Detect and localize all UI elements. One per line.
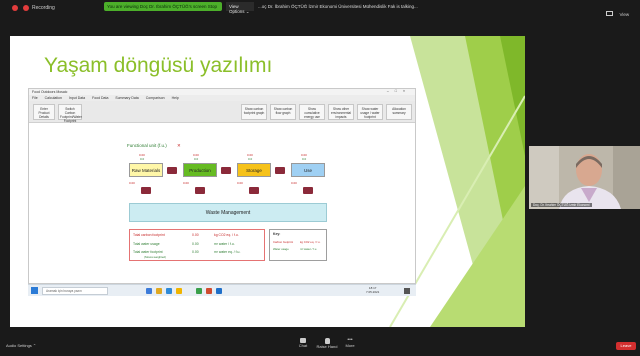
more-button[interactable]: ••• More	[342, 338, 358, 349]
enter-product-details-button[interactable]: Enter Product Details	[33, 104, 55, 120]
key-panel: Key: Carbon footprint kg CO2 eq. / f.u. …	[269, 229, 327, 261]
key-heading: Key:	[273, 232, 281, 236]
waste-management-box[interactable]: Waste Management	[129, 203, 327, 222]
waste-transport-truck-icon	[303, 187, 313, 194]
total-carbon-label: Total carbon footprint	[133, 233, 165, 237]
total-water-usage-label: Total water usage	[133, 242, 160, 246]
powerpoint-icon[interactable]	[206, 288, 212, 294]
environmental-impacts-button[interactable]: Show other environmental impacts	[328, 104, 354, 120]
stage-value: 0.0	[248, 157, 253, 161]
participant-video	[529, 146, 640, 209]
leave-button[interactable]: Leave	[616, 342, 636, 350]
stress-weighted-note: (Stress-weighted)	[144, 255, 166, 259]
transport-truck-icon	[221, 167, 231, 174]
taskbar-clock[interactable]: 18:17 7.05.2021	[366, 286, 379, 294]
windows-start-icon[interactable]	[31, 287, 38, 294]
os-taskbar: Aramak için buraya yazın 18:17 7.05.2021	[28, 284, 416, 296]
stage-value: 0.0	[302, 157, 307, 161]
water-footprint-button[interactable]: Show water usage / water footprint	[357, 104, 383, 120]
stage-use[interactable]: Use	[291, 163, 325, 177]
menu-food-data[interactable]: Food Data	[92, 96, 108, 100]
transport-value: 0.00	[237, 181, 243, 185]
taskbar-search-input[interactable]: Aramak için buraya yazın	[42, 287, 108, 295]
chat-label: Chat	[298, 343, 308, 348]
window-dot-icon	[12, 5, 18, 11]
totals-panel: Total carbon footprint 0.00 kg CO2 eq. /…	[129, 229, 265, 261]
waste-transport-truck-icon	[141, 187, 151, 194]
more-label: More	[345, 343, 355, 348]
app-icon[interactable]	[216, 288, 222, 294]
carbon-flow-graph-button[interactable]: Show carbon flow graph	[270, 104, 296, 120]
view-options-button[interactable]: View Options ⌄	[226, 2, 254, 14]
stage-value: 0.0	[194, 157, 199, 161]
cumulative-energy-button[interactable]: Show cumulative energy use	[299, 104, 325, 120]
transport-truck-icon	[275, 167, 285, 174]
screen-share-banner[interactable]: You are viewing Doç Dr. Ibrahim ÖÇTÜĞ’s …	[104, 2, 222, 11]
stage-storage[interactable]: Storage	[237, 163, 271, 177]
key-water-unit: m³ water / f.u.	[300, 247, 318, 251]
slide-title: Yaşam döngüsü yazılımı	[44, 54, 273, 77]
audio-settings-button[interactable]: Audio Settings ⌃	[6, 343, 36, 348]
switch-footprint-button[interactable]: Switch Carbon Footprint/Water Footprint	[58, 104, 82, 123]
total-water-usage-unit: m³ water / f.u.	[214, 242, 235, 246]
key-water: Water usage	[273, 247, 289, 251]
key-carbon: Carbon footprint	[273, 240, 294, 244]
app-toolbar: Enter Product Details Switch Carbon Foot…	[29, 101, 415, 123]
menu-file[interactable]: File	[32, 96, 38, 100]
meeting-top-bar: Recording You are viewing Doç Dr. Ibrahi…	[0, 0, 640, 17]
recording-label: Recording	[32, 5, 55, 11]
total-water-footprint-unit: m³ water eq. / f.u.	[214, 250, 241, 254]
app-title: Food Outdoors Mosaic	[32, 90, 68, 94]
functional-unit-marker: ✕	[177, 143, 181, 148]
notification-icon[interactable]	[404, 288, 410, 294]
allocation-summary-button[interactable]: Allocation summary	[386, 104, 412, 120]
waste-transport-truck-icon	[249, 187, 259, 194]
chrome-icon[interactable]	[196, 288, 202, 294]
menu-calculation[interactable]: Calculation	[45, 96, 62, 100]
total-water-footprint-value: 0.00	[192, 250, 199, 254]
menu-summary-data[interactable]: Summary Data	[115, 96, 138, 100]
stage-value: 0.0	[140, 157, 145, 161]
chat-button[interactable]: Chat	[294, 338, 312, 348]
window-controls[interactable]: –□×	[387, 89, 411, 93]
taskbar-date: 7.05.2021	[366, 290, 380, 294]
app-window: Food Outdoors Mosaic –□× File Calculatio…	[28, 88, 416, 284]
transport-value: 0.00	[291, 181, 297, 185]
menu-comparison[interactable]: Comparison	[146, 96, 165, 100]
transport-value: 0.00	[183, 181, 189, 185]
stage-raw-materials[interactable]: Raw Materials	[129, 163, 163, 177]
edge-icon[interactable]	[166, 288, 172, 294]
waste-transport-truck-icon	[195, 187, 205, 194]
shared-slide: Yaşam döngüsü yazılımı Food Outdoors Mos…	[10, 36, 525, 327]
total-carbon-unit: kg CO2 eq. / f.u.	[214, 233, 239, 237]
raise-hand-button[interactable]: Raise Hand	[316, 338, 338, 349]
carbon-footprint-graph-button[interactable]: Show carbon footprint graph	[241, 104, 267, 120]
participant-name: Doç. Dr. İbrahim ÖÇTÜĞ İzmir Ekonomi	[531, 203, 592, 207]
webcam-video-tile[interactable]: Doç. Dr. İbrahim ÖÇTÜĞ İzmir Ekonomi	[529, 146, 640, 209]
meeting-controls-bar: Audio Settings ⌃ Chat Raise Hand ••• Mor…	[0, 336, 640, 356]
folder-icon[interactable]	[176, 288, 182, 294]
task-view-icon[interactable]	[146, 288, 152, 294]
talking-indicator: ...oç Dr. İbrahim ÖÇTÜĞ İzmir Ekonomi Ün…	[258, 4, 418, 9]
total-carbon-value: 0.00	[192, 233, 199, 237]
key-carbon-unit: kg CO2 eq. / f.u.	[300, 240, 321, 244]
recording-icon	[23, 5, 29, 11]
menu-input-data[interactable]: Input Data	[69, 96, 85, 100]
file-explorer-icon[interactable]	[156, 288, 162, 294]
grid-view-icon	[606, 11, 613, 16]
raise-hand-label: Raise Hand	[316, 344, 338, 349]
stage-production[interactable]: Production	[183, 163, 217, 177]
transport-truck-icon	[167, 167, 177, 174]
total-water-footprint-label: Total water footprint	[133, 250, 163, 254]
total-water-usage-value: 0.00	[192, 242, 199, 246]
functional-unit-label: Functional unit (f.u.)	[127, 143, 167, 148]
view-toggle-button[interactable]: View	[606, 3, 634, 17]
menu-help[interactable]: Help	[172, 96, 179, 100]
transport-value: 0.00	[129, 181, 135, 185]
